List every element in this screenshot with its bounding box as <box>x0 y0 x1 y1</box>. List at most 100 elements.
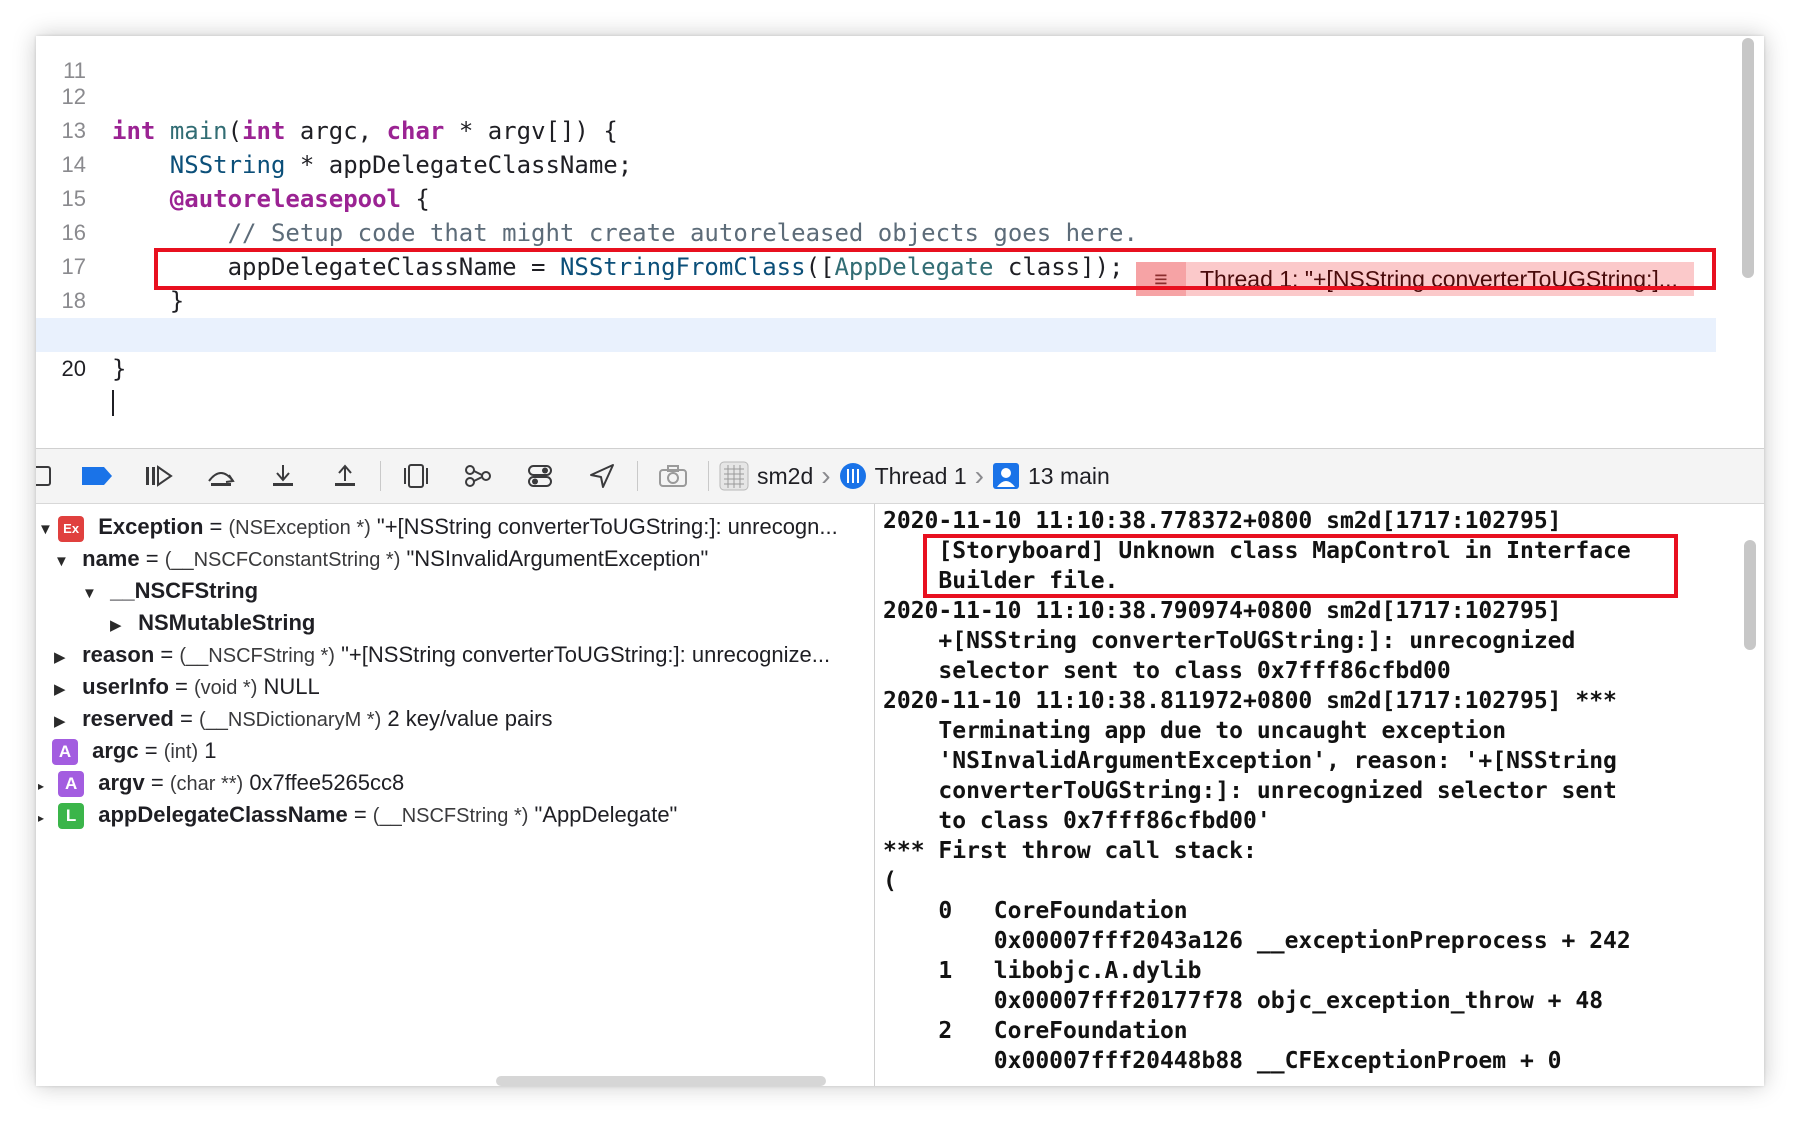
memory-graph-icon[interactable] <box>447 448 509 504</box>
breakpoints-toggle-icon[interactable] <box>66 448 128 504</box>
simulate-location-icon[interactable] <box>571 448 633 504</box>
variable-value: "+[NSString converterToUGString:]: unrec… <box>376 514 838 539</box>
variable-value: 0x7ffee5265cc8 <box>249 770 405 795</box>
toolbar-divider <box>380 461 381 491</box>
chevron-right-icon: › <box>974 460 984 491</box>
variable-row-reason[interactable]: ▶ reason = (__NSCFString *) "+[NSString … <box>54 638 872 672</box>
variable-value: 2 key/value pairs <box>387 706 553 731</box>
disclosure-triangle[interactable]: ▶ <box>54 673 76 704</box>
view-hierarchy-icon[interactable] <box>385 448 447 504</box>
console-scrollbar[interactable] <box>1744 540 1756 650</box>
editor-scrollbar[interactable] <box>1742 38 1754 278</box>
breadcrumb-thread[interactable]: Thread 1 <box>875 463 967 490</box>
variable-type: (NSException *) <box>228 517 371 539</box>
console-line: Builder file. <box>883 568 1119 594</box>
error-annotation[interactable]: ≡ Thread 1: "+[NSString converterToUGStr… <box>1136 262 1694 296</box>
text-caret <box>112 390 114 416</box>
code-line-12: 12 int main(int argc, char * argv[]) { <box>36 46 1716 145</box>
line-number: 20 <box>61 356 86 381</box>
console-line: *** First throw call stack: <box>883 838 1257 864</box>
variable-row-argv[interactable]: ▸ A argv = (char **) 0x7ffee5265cc8 <box>38 766 872 800</box>
console-line: 0x00007fff2043a126 __exceptionPreprocess… <box>883 928 1631 954</box>
error-message: Thread 1: "+[NSString converterToUGStrin… <box>1186 262 1694 296</box>
process-icon <box>719 461 749 491</box>
variable-type: (__NSCFString *) <box>372 805 529 827</box>
toolbar-divider <box>637 461 638 491</box>
console-line: 0 CoreFoundation <box>883 898 1188 924</box>
xcode-window: 11 12 int main(int argc, char * argv[]) … <box>36 36 1764 1086</box>
disclosure-triangle[interactable]: ▶ <box>110 609 132 640</box>
console-line: 'NSInvalidArgumentException', reason: '+… <box>883 748 1617 774</box>
variable-name: NSMutableString <box>138 610 316 635</box>
console-line: 1 libobjc.A.dylib <box>883 958 1202 984</box>
variable-row-appdelegateclassname[interactable]: ▸ L appDelegateClassName = (__NSCFString… <box>38 798 872 832</box>
debug-toolbar: sm2d › Thread 1 › 13 main <box>36 448 1764 504</box>
breadcrumb-frame[interactable]: 13 main <box>1028 463 1110 490</box>
variable-type: (__NSCFConstantString *) <box>164 549 401 571</box>
step-out-icon[interactable] <box>314 448 376 504</box>
console-line: [Storyboard] Unknown class MapControl in… <box>883 538 1631 564</box>
variable-name: appDelegateClassName <box>98 802 348 827</box>
console-line: converterToUGString:]: unrecognized sele… <box>883 778 1617 804</box>
variable-row-name[interactable]: ▼ name = (__NSCFConstantString *) "NSInv… <box>54 542 872 576</box>
variable-name: Exception <box>98 514 204 539</box>
console-line: 2020-11-10 11:10:38.778372+0800 sm2d[171… <box>883 508 1562 534</box>
console-line: 0x00007fff20177f78 objc_exception_throw … <box>883 988 1604 1014</box>
variable-name: name <box>82 546 140 571</box>
source-editor[interactable]: 11 12 int main(int argc, char * argv[]) … <box>36 36 1764 448</box>
code-line-17: 17 } <box>36 216 1716 315</box>
disclosure-triangle[interactable]: ▸ <box>38 801 52 832</box>
variable-row-exception[interactable]: ▼ Ex Exception = (NSException *) "+[NSSt… <box>38 510 872 544</box>
variable-type: (int) <box>163 741 199 763</box>
variable-row-userinfo[interactable]: ▶ userInfo = (void *) NULL <box>54 670 872 704</box>
local-badge-icon: L <box>58 803 85 829</box>
disclosure-triangle[interactable]: ▼ <box>38 513 53 544</box>
console-line: 2020-11-10 11:10:38.790974+0800 sm2d[171… <box>883 598 1562 624</box>
console-line: Terminating app due to uncaught exceptio… <box>883 718 1507 744</box>
variable-value: NULL <box>263 674 320 699</box>
console-line: 2020-11-10 11:10:38.811972+0800 sm2d[171… <box>883 688 1617 714</box>
variable-row-argc[interactable]: A argc = (int) 1 <box>52 734 872 768</box>
console-line: +[NSString converterToUGString:]: unreco… <box>883 628 1576 654</box>
hide-debug-area-icon[interactable] <box>36 448 66 504</box>
camera-icon[interactable] <box>642 448 704 504</box>
variable-value: 1 <box>204 738 217 763</box>
menu-lines-icon[interactable]: ≡ <box>1136 262 1186 296</box>
code-line-14: 14 @autoreleasepool { <box>36 114 1716 213</box>
variable-name: userInfo <box>82 674 169 699</box>
disclosure-triangle[interactable]: ▶ <box>54 641 76 672</box>
variable-value: "NSInvalidArgumentException" <box>406 546 709 571</box>
code-text <box>112 386 114 420</box>
variable-type: (__NSCFString *) <box>179 645 335 667</box>
variable-name: __NSCFString <box>110 578 259 603</box>
console-line: 2 CoreFoundation <box>883 1018 1188 1044</box>
code-line-20-current[interactable]: 20 <box>36 318 1716 416</box>
exception-badge-icon: Ex <box>58 516 85 542</box>
console-output[interactable]: 2020-11-10 11:10:38.778372+0800 sm2d[171… <box>875 504 1764 1086</box>
toolbar-divider <box>708 461 709 491</box>
step-over-icon[interactable] <box>190 448 252 504</box>
disclosure-triangle[interactable]: ▼ <box>54 545 76 576</box>
chevron-right-icon: › <box>821 460 831 491</box>
variable-type: (char **) <box>169 773 244 795</box>
debug-breadcrumb: sm2d › Thread 1 › 13 main <box>719 460 1110 492</box>
variables-scrollbar[interactable] <box>496 1076 826 1086</box>
environment-overrides-icon[interactable] <box>509 448 571 504</box>
variable-type: (void *) <box>194 677 258 699</box>
breadcrumb-process[interactable]: sm2d <box>757 463 813 490</box>
variable-row-nsmutablestring[interactable]: ▶ NSMutableString <box>110 606 872 640</box>
disclosure-triangle[interactable]: ▼ <box>82 577 104 608</box>
disclosure-triangle[interactable]: ▸ <box>38 769 52 800</box>
disclosure-triangle[interactable]: ▶ <box>54 705 76 736</box>
variable-row-reserved[interactable]: ▶ reserved = (__NSDictionaryM *) 2 key/v… <box>54 702 872 736</box>
argument-badge-icon: A <box>58 771 85 797</box>
variable-row-nscfstring[interactable]: ▼ __NSCFString <box>82 574 872 608</box>
step-into-icon[interactable] <box>252 448 314 504</box>
continue-icon[interactable] <box>128 448 190 504</box>
thread-icon <box>839 462 867 490</box>
variable-type: (__NSDictionaryM *) <box>198 709 382 731</box>
console-line: ( <box>883 868 897 894</box>
frame-person-icon <box>992 462 1020 490</box>
variables-view: ▼ Ex Exception = (NSException *) "+[NSSt… <box>36 504 874 1086</box>
code-line-16: 16 appDelegateClassName = NSStringFromCl… <box>36 182 1716 281</box>
